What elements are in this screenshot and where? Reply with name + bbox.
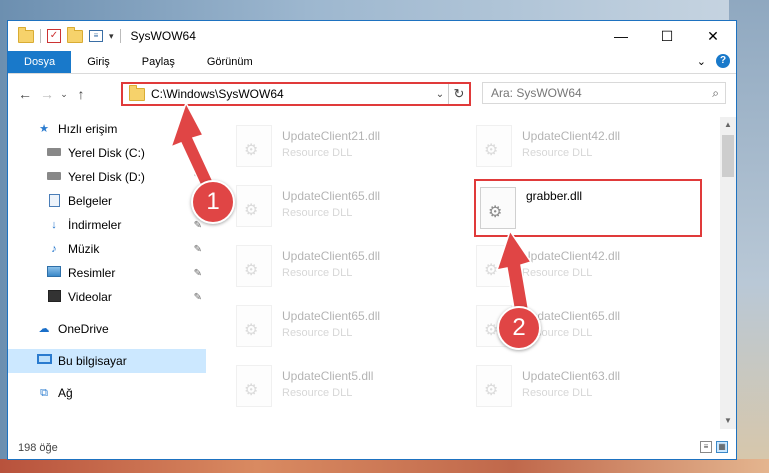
callout-1: 1 [191,180,235,224]
callout-2: 2 [497,306,541,350]
annotation-arrows [169,101,533,321]
